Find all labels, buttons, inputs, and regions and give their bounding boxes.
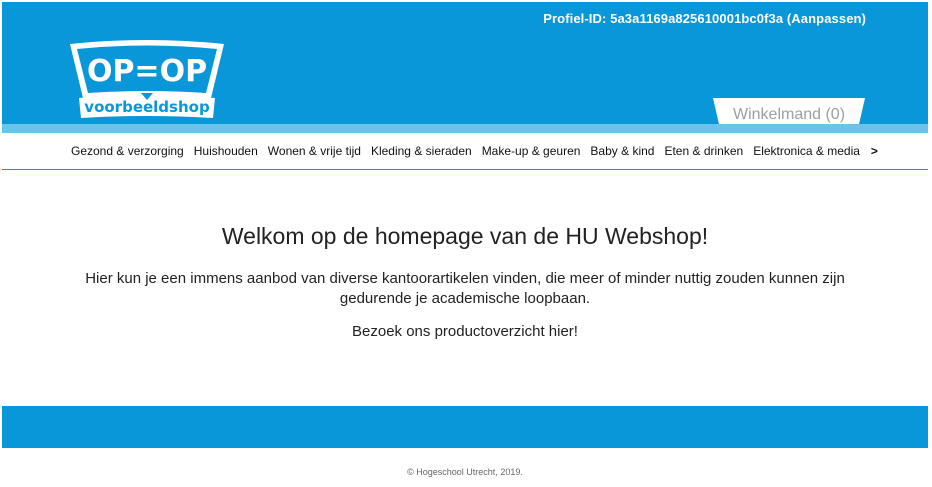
nav-item-huishouden[interactable]: Huishouden bbox=[189, 144, 263, 158]
cart-label: Winkelmand (0) bbox=[732, 106, 846, 123]
page-title: Welkom op de homepage van de HU Webshop! bbox=[221, 223, 709, 249]
header-stripe bbox=[2, 124, 928, 133]
nav-item-makeup-geuren[interactable]: Make-up & geuren bbox=[477, 144, 586, 158]
profile-edit-link[interactable]: (Aanpassen) bbox=[787, 11, 866, 26]
nav-item-wonen-vrije-tijd[interactable]: Wonen & vrije tijd bbox=[263, 144, 366, 158]
nav-item-elektronica-media[interactable]: Elektronica & media bbox=[748, 144, 865, 158]
nav-item-baby-kind[interactable]: Baby & kind bbox=[585, 144, 659, 158]
logo-bottom-text: voorbeeldshop bbox=[84, 98, 210, 116]
category-list: Gezond & verzorging Huishouden Wonen & v… bbox=[66, 133, 878, 169]
footer-band bbox=[2, 406, 928, 448]
logo-top-text: OP=OP bbox=[87, 54, 207, 89]
profile-info: Profiel-ID: 5a3a1169a825610001bc0f3a (Aa… bbox=[543, 11, 866, 26]
nav-item-eten-drinken[interactable]: Eten & drinken bbox=[659, 144, 748, 158]
header: Profiel-ID: 5a3a1169a825610001bc0f3a (Aa… bbox=[2, 2, 928, 133]
logo-graphic: OP=OP voorbeeldshop bbox=[70, 40, 224, 118]
shop-logo[interactable]: OP=OP voorbeeldshop bbox=[67, 40, 227, 122]
page: Profiel-ID: 5a3a1169a825610001bc0f3a (Aa… bbox=[2, 2, 928, 485]
nav-item-kleding-sieraden[interactable]: Kleding & sieraden bbox=[366, 144, 477, 158]
profile-id-text: Profiel-ID: 5a3a1169a825610001bc0f3a bbox=[543, 11, 784, 26]
nav-more-arrow[interactable]: > bbox=[865, 144, 878, 158]
copyright-text: © Hogeschool Utrecht, 2019. bbox=[407, 467, 523, 477]
nav-item-gezond-verzorging[interactable]: Gezond & verzorging bbox=[66, 144, 189, 158]
category-nav: Gezond & verzorging Huishouden Wonen & v… bbox=[2, 133, 928, 170]
main-content: Welkom op de homepage van de HU Webshop!… bbox=[2, 170, 928, 406]
product-overview-link[interactable]: Bezoek ons productoverzicht hier! bbox=[2, 323, 928, 340]
intro-text: Hier kun je een immens aanbod van divers… bbox=[85, 270, 845, 307]
